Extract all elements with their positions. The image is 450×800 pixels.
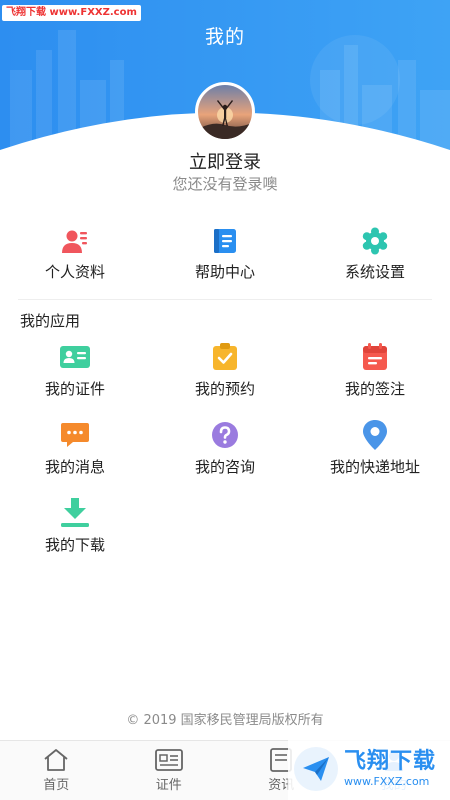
download-icon — [60, 498, 90, 528]
apps-section-title: 我的应用 — [20, 312, 81, 330]
my-certificates-button[interactable]: 我的证件 — [0, 342, 150, 420]
my-endorsements-button[interactable]: 我的签注 — [300, 342, 450, 420]
login-hint: 您还没有登录噢 — [172, 175, 278, 193]
my-endorsements-label: 我的签注 — [344, 380, 405, 398]
calendar-icon — [360, 342, 390, 372]
watermark-brand: 飞翔下载 — [6, 7, 46, 18]
system-settings-label: 系统设置 — [344, 263, 405, 281]
chat-bubble-icon — [60, 420, 90, 450]
tab-home[interactable]: 首页 — [0, 741, 113, 800]
my-delivery-address-button[interactable]: 我的快递地址 — [300, 420, 450, 498]
my-consultations-label: 我的咨询 — [194, 458, 255, 476]
tab-home-label: 首页 — [43, 778, 70, 793]
my-appointments-button[interactable]: 我的预约 — [150, 342, 300, 420]
my-appointments-label: 我的预约 — [194, 380, 255, 398]
location-pin-icon — [360, 420, 390, 450]
apps-grid: 我的证件 我的预约 我的签注 我的消息 我的咨询 我的快递地址 我的下载 — [0, 342, 450, 576]
watermark-overlay-url: www.FXXZ.com — [344, 775, 430, 788]
profile-info-button[interactable]: 个人资料 — [0, 226, 150, 286]
my-delivery-address-label: 我的快递地址 — [329, 458, 420, 476]
avatar-image — [198, 85, 252, 139]
copyright-text: © 2019 国家移民管理局版权所有 — [126, 713, 324, 728]
watermark-overlay-brand: 飞翔下载 — [344, 749, 437, 774]
watermark-overlay: 飞翔下载 www.FXXZ.com — [288, 738, 450, 800]
document-icon — [154, 747, 183, 773]
id-card-icon — [60, 342, 90, 372]
tab-certificates-label: 证件 — [155, 778, 182, 793]
system-settings-button[interactable]: 系统设置 — [300, 226, 450, 286]
home-icon — [42, 747, 70, 773]
clipboard-check-icon — [210, 342, 240, 372]
profile-info-label: 个人资料 — [44, 263, 105, 281]
help-center-button[interactable]: 帮助中心 — [150, 226, 300, 286]
profile-card-icon — [60, 226, 90, 256]
my-messages-button[interactable]: 我的消息 — [0, 420, 150, 498]
paper-plane-icon — [294, 747, 338, 791]
my-downloads-button[interactable]: 我的下载 — [0, 498, 150, 576]
gear-icon — [360, 226, 390, 256]
watermark-url: www.FXXZ.com — [49, 7, 137, 18]
my-certificates-label: 我的证件 — [44, 380, 105, 398]
my-downloads-label: 我的下载 — [44, 536, 105, 554]
my-messages-label: 我的消息 — [44, 458, 105, 476]
login-button[interactable]: 立即登录 — [0, 148, 450, 174]
tab-certificates[interactable]: 证件 — [113, 741, 226, 800]
section-divider — [18, 299, 432, 300]
my-consultations-button[interactable]: 我的咨询 — [150, 420, 300, 498]
book-icon — [210, 226, 240, 256]
watermark-badge: 飞翔下载 www.FXXZ.com — [2, 5, 141, 21]
question-icon — [210, 420, 240, 450]
avatar[interactable] — [195, 82, 255, 142]
help-center-label: 帮助中心 — [194, 263, 255, 281]
quick-actions: 个人资料 帮助中心 系统设置 — [0, 226, 450, 286]
page-title: 我的 — [204, 26, 245, 48]
